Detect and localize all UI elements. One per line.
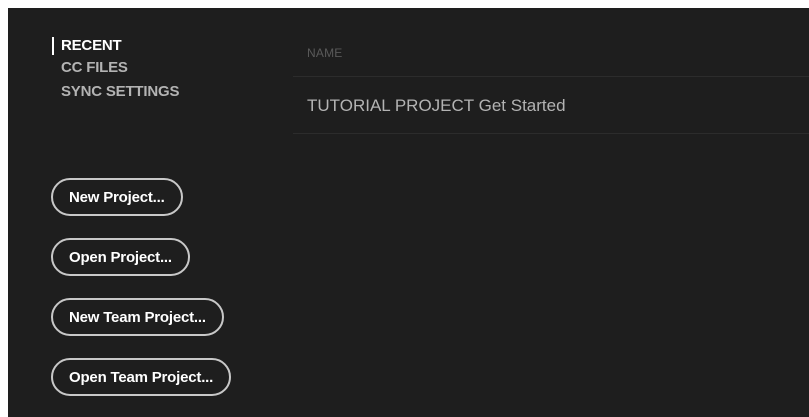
sidebar-nav: RECENT CC FILES SYNC SETTINGS bbox=[52, 36, 179, 104]
open-team-project-button[interactable]: Open Team Project... bbox=[51, 358, 232, 396]
list-header: NAME bbox=[293, 8, 809, 77]
recent-files-list: NAME TUTORIAL PROJECT Get Started bbox=[293, 8, 809, 417]
start-screen: RECENT CC FILES SYNC SETTINGS New Projec… bbox=[8, 8, 809, 417]
sidebar: RECENT CC FILES SYNC SETTINGS New Projec… bbox=[8, 8, 293, 417]
column-header-name[interactable]: NAME bbox=[307, 46, 342, 60]
list-item[interactable]: TUTORIAL PROJECT Get Started bbox=[293, 77, 809, 134]
new-team-project-button[interactable]: New Team Project... bbox=[51, 298, 224, 336]
open-project-button[interactable]: Open Project... bbox=[51, 238, 190, 276]
nav-item-recent[interactable]: RECENT bbox=[52, 36, 179, 56]
new-project-button[interactable]: New Project... bbox=[51, 178, 183, 216]
nav-item-cc-files[interactable]: CC FILES bbox=[52, 58, 179, 78]
project-actions: New Project... Open Project... New Team … bbox=[51, 178, 232, 417]
list-item-name: TUTORIAL PROJECT Get Started bbox=[307, 96, 566, 115]
nav-item-sync-settings[interactable]: SYNC SETTINGS bbox=[52, 82, 179, 102]
